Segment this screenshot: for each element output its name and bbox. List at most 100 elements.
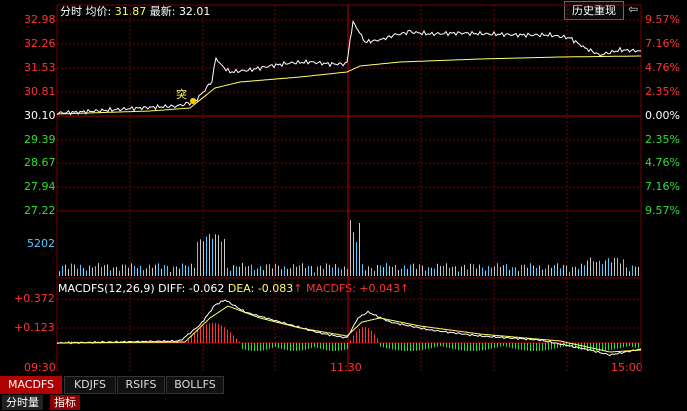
tab-indicator[interactable]: 指标 bbox=[50, 395, 80, 410]
volume-bar bbox=[575, 266, 576, 276]
volume-bar bbox=[95, 266, 96, 276]
macd-histogram-bar bbox=[545, 343, 546, 351]
volume-bar bbox=[224, 238, 225, 276]
volume-bar bbox=[272, 268, 273, 276]
macd-histogram-bar bbox=[422, 343, 423, 350]
macd-histogram-bar bbox=[494, 343, 495, 349]
volume-bar bbox=[320, 265, 321, 276]
macd-histogram-bar bbox=[206, 324, 207, 343]
macd-histogram-bar bbox=[293, 343, 294, 351]
volume-bar bbox=[491, 267, 492, 276]
macd-histogram-bar bbox=[608, 343, 609, 351]
macd-histogram-bar bbox=[635, 343, 636, 348]
volume-bar bbox=[599, 260, 600, 276]
tab-kdjfs[interactable]: KDJFS bbox=[64, 376, 116, 394]
volume-bar bbox=[92, 267, 93, 276]
volume-bar bbox=[494, 266, 495, 276]
volume-bar bbox=[422, 265, 423, 276]
macd-histogram-bar bbox=[263, 343, 264, 351]
volume-bar bbox=[449, 267, 450, 276]
volume-bar bbox=[539, 265, 540, 276]
macd-histogram-bar bbox=[320, 343, 321, 349]
macd-histogram-bar bbox=[593, 343, 594, 351]
macd-histogram-bar bbox=[476, 343, 477, 351]
avg-price-line bbox=[56, 55, 641, 115]
volume-bar bbox=[155, 264, 156, 276]
volume-bar bbox=[248, 265, 249, 276]
macd-histogram-bar bbox=[347, 343, 348, 349]
intraday-chart bbox=[56, 4, 642, 372]
volume-bar bbox=[200, 239, 201, 276]
volume-bar bbox=[593, 261, 594, 276]
volume-bar bbox=[620, 263, 621, 276]
volume-bar bbox=[287, 268, 288, 276]
volume-bar bbox=[395, 264, 396, 276]
volume-bar bbox=[566, 265, 567, 276]
volume-bar bbox=[194, 267, 195, 276]
volume-bar bbox=[485, 270, 486, 276]
volume-bar bbox=[638, 266, 639, 276]
macd-histogram-bar bbox=[548, 343, 549, 350]
macd-histogram-bar bbox=[296, 343, 297, 351]
volume-bar bbox=[329, 264, 330, 276]
volume-bar bbox=[338, 267, 339, 276]
volume-bar bbox=[581, 263, 582, 276]
macd-histogram-bar bbox=[386, 343, 387, 349]
volume-bar bbox=[239, 266, 240, 276]
volume-bar bbox=[131, 263, 132, 276]
volume-bar bbox=[527, 267, 528, 276]
volume-bar bbox=[500, 266, 501, 276]
volume-bar bbox=[101, 267, 102, 276]
volume-bar bbox=[257, 268, 258, 276]
volume-bar bbox=[518, 271, 519, 276]
volume-bar bbox=[635, 266, 636, 276]
signal-dot-icon bbox=[190, 98, 196, 104]
macd-histogram-bar bbox=[638, 343, 639, 349]
volume-bar bbox=[83, 267, 84, 276]
macd-histogram-bar bbox=[392, 343, 393, 350]
volume-bar bbox=[419, 264, 420, 276]
volume-bar bbox=[572, 267, 573, 276]
macd-histogram-bar bbox=[227, 329, 228, 343]
macd-histogram-bar bbox=[284, 343, 285, 350]
macd-histogram-bar bbox=[632, 343, 633, 347]
volume-bar bbox=[122, 264, 123, 276]
macd-histogram-bar bbox=[455, 343, 456, 350]
volume-bar bbox=[185, 265, 186, 276]
tab-macdfs[interactable]: MACDFS bbox=[0, 376, 62, 394]
tab-rsifs[interactable]: RSIFS bbox=[117, 376, 165, 394]
volume-bar bbox=[530, 263, 531, 276]
macd-histogram-bar bbox=[218, 323, 219, 343]
macd-histogram-bar bbox=[551, 343, 552, 350]
volume-bar bbox=[191, 263, 192, 276]
volume-bar bbox=[335, 264, 336, 276]
macd-histogram-bar bbox=[275, 343, 276, 348]
macd-histogram-bar bbox=[221, 325, 222, 343]
macd-histogram-bar bbox=[515, 343, 516, 349]
macd-histogram-bar bbox=[212, 323, 213, 343]
macd-histogram-bar bbox=[491, 343, 492, 349]
macd-histogram-bar bbox=[509, 343, 510, 348]
volume-bar bbox=[188, 266, 189, 276]
macd-histogram-bar bbox=[605, 343, 606, 351]
volume-bar bbox=[365, 270, 366, 276]
volume-bar bbox=[590, 257, 591, 276]
macd-histogram-bar bbox=[629, 343, 630, 347]
volume-bar bbox=[557, 263, 558, 276]
volume-bar bbox=[437, 263, 438, 276]
tab-minute-volume[interactable]: 分时量 bbox=[2, 395, 43, 410]
volume-bar bbox=[461, 266, 462, 276]
macd-histogram-bar bbox=[305, 343, 306, 350]
macd-histogram-bar bbox=[512, 343, 513, 349]
tab-bollfs[interactable]: BOLLFS bbox=[166, 376, 224, 394]
volume-bar bbox=[611, 262, 612, 276]
macd-histogram-bar bbox=[443, 343, 444, 347]
volume-bar bbox=[128, 267, 129, 276]
volume-bar bbox=[347, 268, 348, 276]
macd-histogram-bar bbox=[257, 343, 258, 351]
volume-bar bbox=[386, 263, 387, 276]
macd-histogram-bar bbox=[251, 343, 252, 351]
volume-bar bbox=[158, 263, 159, 276]
volume-bar bbox=[614, 257, 615, 276]
volume-bar bbox=[221, 241, 222, 276]
